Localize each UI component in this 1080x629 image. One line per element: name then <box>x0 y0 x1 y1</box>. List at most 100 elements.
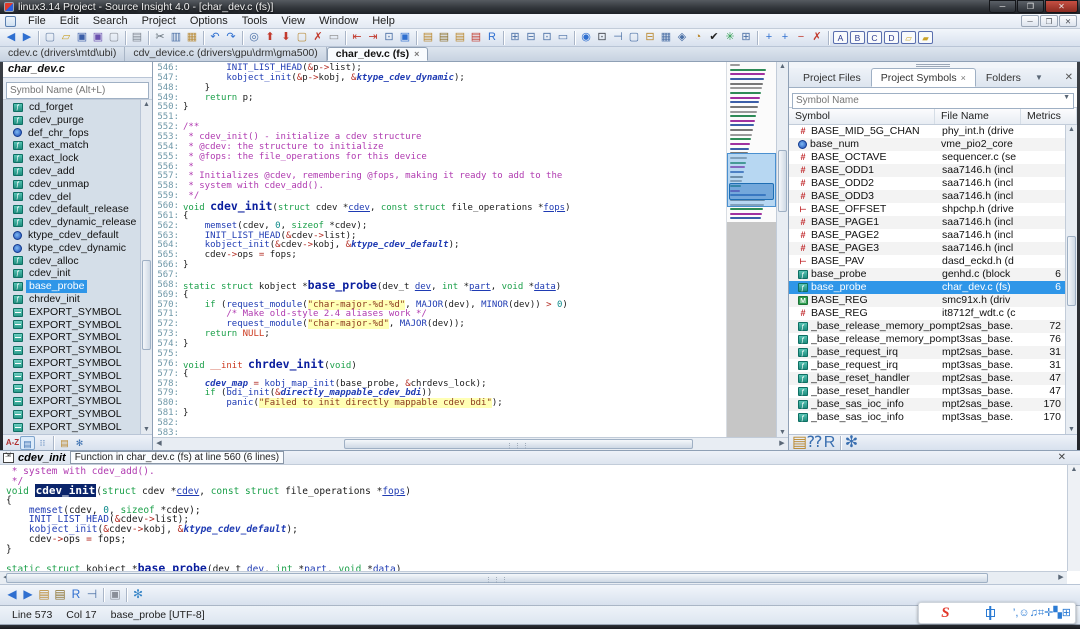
ime-emoji-icon[interactable]: ☺ <box>1018 603 1029 623</box>
code-line[interactable]: 558: * system with cdev_add(). <box>153 182 726 192</box>
code-line[interactable]: 576:void __init chrdev_init(void) <box>153 360 726 370</box>
panel-close-icon[interactable]: ✕ <box>1065 72 1073 83</box>
symbol-list-item[interactable]: cdev_del <box>3 191 152 204</box>
close-button[interactable]: ✕ <box>1045 0 1078 13</box>
file-browser-icon[interactable]: ▤ <box>436 30 452 46</box>
symbol-search-input[interactable] <box>6 82 149 99</box>
style-new-icon[interactable]: ▰ <box>918 31 933 44</box>
symbol-list-item[interactable]: cdev_dynamic_release <box>3 216 152 229</box>
symbol-table-row[interactable]: #BASE_PAGE2saa7146.h (incl <box>789 229 1077 242</box>
symbol-table-row[interactable]: #BASE_PAGE1saa7146.h (incl <box>789 216 1077 229</box>
check-icon[interactable]: ✔ <box>706 30 722 46</box>
code-line[interactable]: 547: kobject_init(&p->kobj, &ktype_cdev_… <box>153 74 726 84</box>
list-view-icon[interactable]: ▤ <box>20 436 35 450</box>
help-book-icon[interactable]: ▤ <box>57 436 72 450</box>
symbol-list-item[interactable]: EXPORT_SYMBOL <box>3 306 152 319</box>
tile-windows-icon[interactable]: ⊞ <box>507 30 523 46</box>
menu-window[interactable]: Window <box>312 14 365 29</box>
symbol-list-item[interactable]: EXPORT_SYMBOL <box>3 319 152 332</box>
symbol-table-row[interactable]: base_numvme_pio2_core <box>789 138 1077 151</box>
link-window-icon[interactable]: ⊣ <box>84 587 100 603</box>
symbol-table-row[interactable]: _base_release_memory_pocmpt3sas_base.76 <box>789 333 1077 346</box>
code-line[interactable]: 574:} <box>153 340 726 350</box>
symbol-table-row[interactable]: #BASE_ODD3saa7146.h (incl <box>789 190 1077 203</box>
panel-options-gear-icon[interactable]: ✻ <box>844 436 859 450</box>
file-tab-1[interactable]: cdv_device.c (drivers\gpu\drm\gma500) <box>125 47 326 61</box>
copy-icon[interactable]: ▥ <box>168 30 184 46</box>
favorites-icon[interactable]: ▣ <box>397 30 413 46</box>
scrollbar-thumb[interactable] <box>142 260 151 350</box>
code-line[interactable]: 567: <box>153 271 726 281</box>
context-code-area[interactable]: * system with cdev_add(). */void cdev_in… <box>0 465 1080 571</box>
play-macro-icon[interactable]: ◉ <box>578 30 594 46</box>
pie-icon[interactable]: ◔ <box>690 30 706 46</box>
symbol-list-item[interactable]: EXPORT_SYMBOL <box>3 421 152 434</box>
code-line[interactable]: 549: return p; <box>153 94 726 104</box>
symbol-browser-icon[interactable]: ▤ <box>420 30 436 46</box>
panel-tab-project-symbols[interactable]: Project Symbols× <box>871 68 976 87</box>
symbol-table-row[interactable]: _base_request_irqmpt2sas_base.31 <box>789 346 1077 359</box>
nav-back-icon[interactable]: ◀ <box>3 30 19 46</box>
sort-alpha-icon[interactable]: A-Z <box>5 436 20 450</box>
column-symbol[interactable]: Symbol <box>789 108 935 124</box>
symbol-list-item[interactable]: cdev_alloc <box>3 255 152 268</box>
project-symbol-search-input[interactable] <box>792 93 1074 109</box>
grid-icon[interactable]: ⊞ <box>738 30 754 46</box>
code-line[interactable]: 568:static struct kobject *base_probe(de… <box>153 281 726 291</box>
symbol-table-row[interactable]: _base_reset_handlermpt3sas_base.47 <box>789 385 1077 398</box>
restore-button[interactable]: ❐ <box>1017 0 1044 13</box>
symbol-table-row[interactable]: ⊢BASE_OFFSETshpchp.h (drive <box>789 203 1077 216</box>
tile-vertical-icon[interactable]: ⊡ <box>539 30 555 46</box>
cut-icon[interactable]: ✂ <box>152 30 168 46</box>
code-area[interactable]: 546: INIT_LIST_HEAD(&p->list);547: kobje… <box>153 62 726 437</box>
replace-icon[interactable]: ✗ <box>310 30 326 46</box>
save-all-icon[interactable]: ▣ <box>90 30 106 46</box>
symbol-list-item[interactable]: exact_match <box>3 139 152 152</box>
toggle-bookmark-icon[interactable]: ⊡ <box>381 30 397 46</box>
code-line[interactable]: 550:} <box>153 103 726 113</box>
search-files-icon[interactable]: ▢ <box>294 30 310 46</box>
symbol-list-item[interactable]: exact_lock <box>3 152 152 165</box>
redo-icon[interactable]: ↷ <box>223 30 239 46</box>
relation-window-icon[interactable]: R <box>822 436 837 450</box>
nav-forward-icon[interactable]: ▶ <box>19 30 35 46</box>
panel-tab-folders[interactable]: Folders <box>976 68 1031 87</box>
column-metrics[interactable]: Metrics <box>1021 108 1077 124</box>
prev-bookmark-icon[interactable]: ⇤ <box>349 30 365 46</box>
symbol-list-item[interactable]: cdev_unmap <box>3 178 152 191</box>
symbol-table-row[interactable]: _base_reset_handlermpt2sas_base.47 <box>789 372 1077 385</box>
contents-icon[interactable]: ▤ <box>452 30 468 46</box>
style-c-icon[interactable]: C <box>867 31 882 44</box>
scrollbar-thumb[interactable]: ⋮⋮⋮ <box>344 439 693 449</box>
search-icon[interactable]: ◎ <box>246 30 262 46</box>
mdi-close-button[interactable]: ✕ <box>1059 15 1077 27</box>
context-options-gear-icon[interactable]: ✻ <box>130 587 146 603</box>
panel-tab-project-files[interactable]: Project Files <box>793 68 871 87</box>
chevron-down-icon[interactable]: ▼ <box>1031 69 1047 87</box>
remove-line-icon[interactable]: − <box>793 30 809 46</box>
calendar-icon[interactable]: ▦ <box>658 30 674 46</box>
symbol-table-row[interactable]: #BASE_ODD2saa7146.h (incl <box>789 177 1077 190</box>
ime-chinese-mode-icon[interactable] <box>968 603 1013 623</box>
ime-grid-icon[interactable]: ⊞ <box>1062 603 1071 623</box>
chevron-down-icon[interactable]: ▼ <box>1063 94 1070 101</box>
symbol-list-item[interactable]: EXPORT_SYMBOL <box>3 344 152 357</box>
symbol-table-row[interactable]: base_probegenhd.c (block6 <box>789 268 1077 281</box>
code-line[interactable]: 566:} <box>153 261 726 271</box>
add-line-above-icon[interactable]: + <box>777 30 793 46</box>
symbol-table-row[interactable]: #BASE_ODD1saa7146.h (incl <box>789 164 1077 177</box>
column-file-name[interactable]: File Name <box>935 108 1021 124</box>
symbol-list-item[interactable]: cd_forget <box>3 101 152 114</box>
symbol-table-row[interactable]: _base_sas_ioc_infompt2sas_base.170 <box>789 398 1077 411</box>
code-line[interactable]: 575: <box>153 350 726 360</box>
style-a-icon[interactable]: A <box>833 31 848 44</box>
menu-file[interactable]: File <box>21 14 53 29</box>
symbol-list-item[interactable]: EXPORT_SYMBOL <box>3 331 152 344</box>
menu-help[interactable]: Help <box>365 14 402 29</box>
group-by-type-icon[interactable]: ⁝⁝ <box>35 436 50 450</box>
symbol-table-row[interactable]: #BASE_PAGE3saa7146.h (incl <box>789 242 1077 255</box>
scrollbar-thumb[interactable]: ⋮⋮⋮ <box>6 573 988 583</box>
symbol-list-scrollbar[interactable]: ▲▼ <box>140 100 152 434</box>
code-line[interactable]: 573: return NULL; <box>153 330 726 340</box>
menu-search[interactable]: Search <box>86 14 135 29</box>
